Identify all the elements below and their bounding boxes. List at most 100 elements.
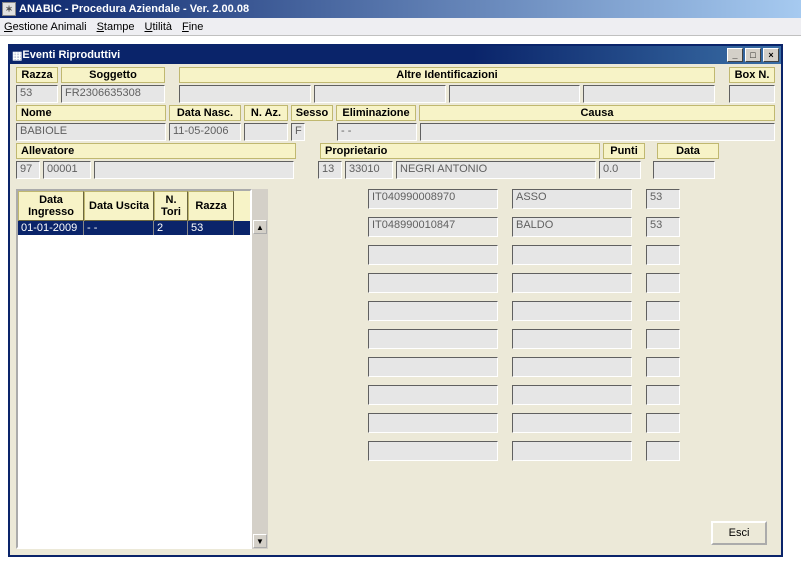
label-causa: Causa	[419, 105, 775, 121]
field-punti[interactable]: 0.0	[599, 161, 641, 179]
menu-fine[interactable]: Fine	[182, 21, 203, 33]
bull-rz[interactable]	[646, 301, 680, 321]
grid-cell-razza: 53	[188, 221, 234, 235]
grid-scrollbar[interactable]: ▲ ▼	[252, 189, 268, 549]
field-box-n[interactable]	[729, 85, 775, 103]
label-razza: Razza	[16, 67, 58, 83]
label-punti: Punti	[603, 143, 645, 159]
field-eliminazione[interactable]: - -	[337, 123, 417, 141]
bull-rz[interactable]	[646, 329, 680, 349]
scroll-up-icon[interactable]: ▲	[253, 220, 267, 234]
label-altre-id: Altre Identificazioni	[179, 67, 715, 83]
list-row	[368, 357, 680, 377]
menu-utilita[interactable]: Utilità	[144, 21, 172, 33]
grid-cell-ntori: 2	[154, 221, 188, 235]
list-row: IT040990008970 ASSO 53	[368, 189, 680, 209]
field-prop-cod2[interactable]: 33010	[345, 161, 393, 179]
bull-code[interactable]	[368, 441, 498, 461]
bull-rz[interactable]	[646, 441, 680, 461]
list-row	[368, 329, 680, 349]
bull-name[interactable]	[512, 245, 632, 265]
grid-header-ntori[interactable]: N. Tori	[154, 191, 188, 221]
esci-button[interactable]: Esci	[711, 521, 767, 545]
field-allev-cod1[interactable]: 97	[16, 161, 40, 179]
field-altre-1[interactable]	[179, 85, 311, 103]
bull-rz[interactable]	[646, 357, 680, 377]
grid-row-selected[interactable]: 01-01-2009 - - 2 53	[18, 221, 250, 235]
bull-name[interactable]	[512, 385, 632, 405]
bull-rz[interactable]	[646, 245, 680, 265]
field-soggetto[interactable]: FR2306635308	[61, 85, 165, 103]
list-row	[368, 413, 680, 433]
bull-name[interactable]	[512, 413, 632, 433]
menubar: GGestione Animaliestione Animali Stampe …	[0, 18, 801, 36]
maximize-button[interactable]: □	[745, 48, 761, 62]
bull-code[interactable]	[368, 413, 498, 433]
bull-rz[interactable]	[646, 273, 680, 293]
field-prop-nome[interactable]: NEGRI ANTONIO	[396, 161, 596, 179]
field-allev-cod2[interactable]: 00001	[43, 161, 91, 179]
list-row	[368, 441, 680, 461]
grid-header-razza[interactable]: Razza	[188, 191, 234, 221]
field-razza[interactable]: 53	[16, 85, 58, 103]
field-causa[interactable]	[420, 123, 775, 141]
bull-rz[interactable]: 53	[646, 217, 680, 237]
label-data: Data	[657, 143, 719, 159]
scroll-down-icon[interactable]: ▼	[253, 534, 267, 548]
label-box-n: Box N.	[729, 67, 775, 83]
events-grid[interactable]: Data Ingresso Data Uscita N. Tori Razza …	[16, 189, 252, 549]
bull-name[interactable]	[512, 357, 632, 377]
bull-name[interactable]	[512, 273, 632, 293]
field-n-az[interactable]	[244, 123, 288, 141]
field-nome[interactable]: BABIOLE	[16, 123, 166, 141]
bull-code[interactable]: IT048990010847	[368, 217, 498, 237]
mdi-body: Razza Soggetto Altre Identificazioni Box…	[10, 64, 781, 555]
mdi-title-text: Eventi Riproduttivi	[22, 49, 120, 61]
bull-name[interactable]: ASSO	[512, 189, 632, 209]
esci-label: Esci	[729, 527, 750, 539]
grid-header-ingresso[interactable]: Data Ingresso	[18, 191, 84, 221]
bull-rz[interactable]	[646, 413, 680, 433]
app-title: ANABIC - Procedura Aziendale - Ver. 2.00…	[19, 3, 249, 15]
label-allevatore: Allevatore	[16, 143, 296, 159]
bull-name[interactable]	[512, 441, 632, 461]
label-nome: Nome	[16, 105, 166, 121]
minimize-button[interactable]: _	[727, 48, 743, 62]
label-proprietario: Proprietario	[320, 143, 600, 159]
mdi-window: ▦ Eventi Riproduttivi _ □ × Razza Sogget…	[8, 44, 783, 557]
workarea: ▦ Eventi Riproduttivi _ □ × Razza Sogget…	[0, 36, 801, 571]
field-altre-4[interactable]	[583, 85, 715, 103]
bull-code[interactable]: IT040990008970	[368, 189, 498, 209]
mdi-titlebar: ▦ Eventi Riproduttivi _ □ ×	[10, 46, 781, 64]
menu-stampe[interactable]: Stampe	[97, 21, 135, 33]
grid-cell-ingresso: 01-01-2009	[18, 221, 84, 235]
list-row: IT048990010847 BALDO 53	[368, 217, 680, 237]
bull-name[interactable]	[512, 301, 632, 321]
bull-name[interactable]: BALDO	[512, 217, 632, 237]
bull-rz[interactable]: 53	[646, 189, 680, 209]
field-data-nasc[interactable]: 11-05-2006	[169, 123, 241, 141]
list-row	[368, 385, 680, 405]
field-allev-nome[interactable]	[94, 161, 294, 179]
bull-code[interactable]	[368, 357, 498, 377]
mdi-icon: ▦	[12, 49, 22, 62]
field-data[interactable]	[653, 161, 715, 179]
bull-rz[interactable]	[646, 385, 680, 405]
field-prop-cod1[interactable]: 13	[318, 161, 342, 179]
menu-gestione[interactable]: GGestione Animaliestione Animali	[4, 21, 87, 33]
close-button[interactable]: ×	[763, 48, 779, 62]
app-titlebar: ✶ ANABIC - Procedura Aziendale - Ver. 2.…	[0, 0, 801, 18]
bull-code[interactable]	[368, 245, 498, 265]
bull-code[interactable]	[368, 385, 498, 405]
label-eliminazione: Eliminazione	[336, 105, 416, 121]
label-data-nasc: Data Nasc.	[169, 105, 241, 121]
field-altre-2[interactable]	[314, 85, 446, 103]
bulls-list: IT040990008970 ASSO 53 IT048990010847 BA…	[368, 189, 680, 549]
field-altre-3[interactable]	[449, 85, 581, 103]
bull-code[interactable]	[368, 273, 498, 293]
bull-name[interactable]	[512, 329, 632, 349]
grid-header-uscita[interactable]: Data Uscita	[84, 191, 154, 221]
bull-code[interactable]	[368, 301, 498, 321]
field-sesso[interactable]: F	[291, 123, 305, 141]
bull-code[interactable]	[368, 329, 498, 349]
